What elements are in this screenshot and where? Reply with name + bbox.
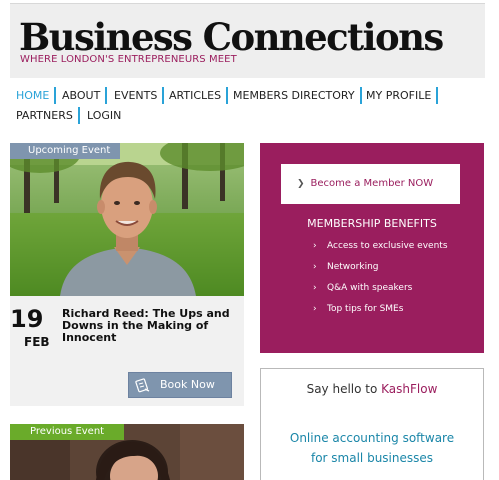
nav-item-about[interactable]: ABOUT (62, 87, 108, 104)
chevron-right-icon: ❯ (297, 179, 305, 189)
ticket-icon (135, 377, 151, 402)
chevron-right-icon: › (313, 262, 317, 272)
benefit-label: Access to exclusive events (327, 241, 448, 251)
kashflow-ad[interactable]: Say hello to KashFlow Online accounting … (260, 368, 484, 480)
benefit-item: › Networking (313, 262, 448, 273)
benefit-label: Top tips for SMEs (327, 304, 404, 314)
upcoming-event-badge: Upcoming Event (10, 143, 121, 159)
book-now-label: Book Now (160, 378, 215, 391)
benefit-item: › Q&A with speakers (313, 283, 448, 294)
benefit-item: › Access to exclusive events (313, 241, 448, 252)
nav-item-home[interactable]: HOME (16, 87, 57, 104)
ad-brand-name: KashFlow (381, 382, 438, 396)
site-tagline: WHERE LONDON'S ENTREPRENEURS MEET (20, 54, 237, 65)
benefits-title: MEMBERSHIP BENEFITS (307, 217, 437, 230)
event-date-day: 19 (10, 305, 44, 333)
membership-panel: ❯ Become a Member NOW MEMBERSHIP BENEFITS… (260, 143, 484, 353)
ad-line-1: Online accounting software (289, 431, 455, 445)
speaker-photo[interactable] (10, 143, 244, 296)
nav-item-members-directory[interactable]: MEMBERS DIRECTORY (233, 87, 362, 104)
nav-item-login[interactable]: LOGIN (87, 107, 126, 124)
event-date-month: FEB (24, 335, 50, 349)
benefit-label: Networking (327, 262, 379, 272)
benefits-list: › Access to exclusive events › Networking … (313, 241, 448, 325)
book-now-button[interactable]: Book Now (128, 372, 232, 398)
benefit-label: Q&A with speakers (327, 283, 413, 293)
chevron-right-icon: › (313, 283, 317, 293)
nav-item-articles[interactable]: ARTICLES (169, 87, 229, 104)
become-member-button[interactable]: ❯ Become a Member NOW (281, 164, 460, 204)
ad-hello-text: Say hello to KashFlow (261, 382, 483, 396)
benefit-item: › Top tips for SMEs (313, 304, 448, 315)
chevron-right-icon: › (313, 304, 317, 314)
become-member-label: Become a Member NOW (310, 178, 434, 189)
ad-hello-label: Say hello to (306, 382, 382, 396)
chevron-right-icon: › (313, 241, 317, 251)
nav-item-events[interactable]: EVENTS (114, 87, 165, 104)
site-header: Business Connections WHERE LONDON'S ENTR… (10, 3, 485, 78)
ad-line-2: for small businesses (310, 451, 434, 465)
nav-item-partners[interactable]: PARTNERS (16, 107, 80, 124)
event-title[interactable]: Richard Reed: The Ups and Downs in the M… (62, 308, 242, 344)
nav-item-my-profile[interactable]: MY PROFILE (366, 87, 439, 104)
previous-event-badge: Previous Event (10, 424, 125, 440)
site-logo[interactable]: Business Connections (19, 17, 444, 57)
